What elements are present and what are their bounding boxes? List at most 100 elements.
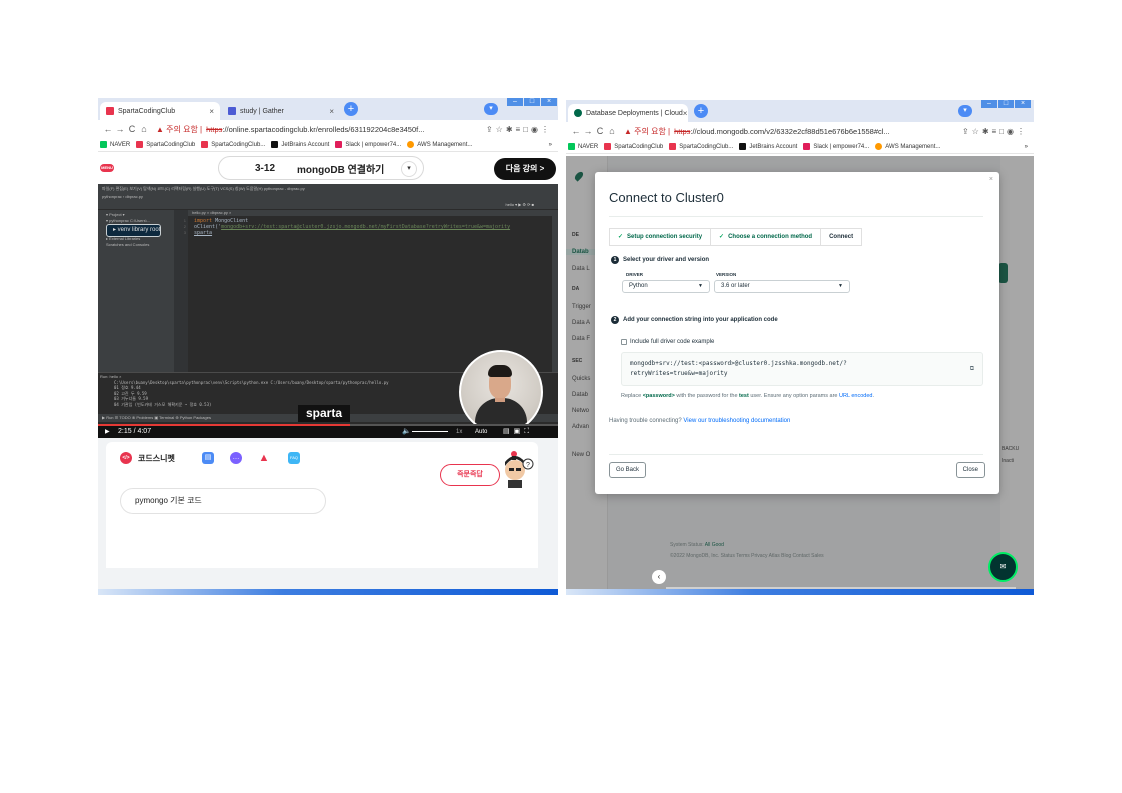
back-icon[interactable]: ← bbox=[570, 126, 582, 136]
url-field[interactable]: https://cloud.mongodb.com/v2/6332e2cf88d… bbox=[674, 127, 890, 136]
minimize-button[interactable]: – bbox=[981, 100, 997, 108]
driver-select[interactable]: Python ▼ bbox=[622, 280, 710, 293]
new-tab-button[interactable]: + bbox=[344, 102, 358, 116]
browser-toolbar-icons[interactable]: ⇪☆✱≡□◉⋮ bbox=[962, 127, 1034, 136]
playback-speed[interactable]: 1x bbox=[456, 425, 462, 438]
chevron-down-icon[interactable]: ▾ bbox=[401, 161, 417, 177]
step-connect[interactable]: Connect bbox=[820, 228, 863, 246]
security-warning[interactable]: ▲ 주의 요함 | bbox=[624, 126, 670, 137]
url-scheme: https bbox=[206, 124, 223, 134]
bookmark-slack[interactable]: Slack | empower74... bbox=[335, 141, 401, 148]
tab-code-snippet[interactable]: </> 코드스니펫 bbox=[120, 452, 175, 464]
faq-icon[interactable]: FAQ bbox=[288, 452, 300, 464]
copy-icon[interactable]: ⧉ bbox=[970, 364, 974, 374]
troubleshooting-text: Having trouble connecting? View our trou… bbox=[609, 418, 790, 424]
bookmark-sparta-1[interactable]: SpartaCodingClub bbox=[604, 143, 663, 150]
aws-icon bbox=[407, 141, 415, 148]
replace-text: . bbox=[872, 393, 874, 399]
bookmark-naver[interactable]: NAVER bbox=[568, 143, 598, 150]
home-icon[interactable]: ⌂ bbox=[606, 126, 618, 136]
ide-right-strip bbox=[552, 210, 558, 372]
home-icon[interactable]: ⌂ bbox=[138, 124, 150, 134]
next-lecture-button[interactable]: 다음 강의 > bbox=[494, 158, 556, 180]
bookmark-slack[interactable]: Slack | empower74... bbox=[803, 143, 869, 150]
video-caption: sparta bbox=[298, 405, 350, 422]
tab-study-gather[interactable]: study | Gather × bbox=[222, 102, 340, 120]
section-connection-string: 2 Add your connection string into your ap… bbox=[611, 316, 778, 324]
checkbox-icon[interactable] bbox=[621, 339, 627, 345]
bookmark-label: SpartaCodingClub bbox=[614, 143, 664, 150]
step-label: Connect bbox=[829, 234, 854, 240]
lecture-number: 3-12 bbox=[255, 162, 276, 174]
tab-database-deployments[interactable]: Database Deployments | Cloud × bbox=[568, 104, 688, 122]
forward-icon[interactable]: → bbox=[114, 124, 126, 134]
bookmark-label: JetBrains Account bbox=[281, 141, 330, 148]
maximize-button[interactable]: □ bbox=[524, 98, 540, 106]
bookmark-label: SpartaCodingClub bbox=[146, 141, 196, 148]
modal-close-icon[interactable]: × bbox=[989, 176, 993, 183]
tab-search-icon[interactable]: ▾ bbox=[958, 105, 972, 117]
ask-question-button[interactable]: 즉문즉답 bbox=[440, 464, 500, 486]
close-button[interactable]: Close bbox=[955, 462, 985, 478]
close-tab-icon[interactable]: × bbox=[683, 109, 688, 118]
step-choose-method[interactable]: ✓ Choose a connection method bbox=[710, 228, 822, 246]
bookmark-naver[interactable]: NAVER bbox=[100, 141, 130, 148]
tab-search-icon[interactable]: ▾ bbox=[484, 103, 498, 115]
reload-icon[interactable]: C bbox=[594, 126, 606, 136]
replace-instructions: Replace <password> with the password for… bbox=[621, 393, 874, 399]
forward-icon[interactable]: → bbox=[582, 126, 594, 136]
lecture-selector[interactable]: 3-12 mongoDB 연결하기 ▾ bbox=[218, 156, 424, 180]
scroll-left-icon[interactable]: ‹ bbox=[652, 570, 666, 584]
bookmarks-overflow-button[interactable]: » bbox=[1025, 144, 1034, 150]
bookmarks-overflow-button[interactable]: » bbox=[549, 142, 558, 148]
volume-icon[interactable]: 🔈 bbox=[402, 425, 411, 438]
bookmark-jetbrains[interactable]: JetBrains Account bbox=[271, 141, 329, 148]
tab-spartacodingclub[interactable]: SpartaCodingClub × bbox=[100, 102, 220, 120]
minimize-button[interactable]: – bbox=[507, 98, 523, 106]
desktop: SpartaCodingClub × study | Gather × + ▾ … bbox=[0, 0, 1122, 793]
close-window-button[interactable]: × bbox=[1015, 100, 1031, 108]
warning-icon[interactable]: ▲ bbox=[258, 452, 270, 464]
lecture-video[interactable]: 파일(F) 편집(E) 보기(V) 탐색(N) 코드(C) 리팩터링(R) 실행… bbox=[98, 184, 558, 438]
maximize-button[interactable]: □ bbox=[998, 100, 1014, 108]
close-window-button[interactable]: × bbox=[541, 98, 557, 106]
code-text: sparta bbox=[194, 230, 213, 236]
sparta-logo[interactable]: MENU bbox=[100, 164, 114, 172]
snippet-item[interactable]: pymongo 기본 코드 bbox=[120, 488, 326, 514]
sparta-icon bbox=[136, 141, 144, 148]
security-warning[interactable]: ▲ 주의 요함 | bbox=[156, 124, 202, 135]
reload-icon[interactable]: C bbox=[126, 124, 138, 134]
chat-support-icon[interactable]: ✉ bbox=[988, 552, 1018, 582]
browser-toolbar-icons[interactable]: ⇪☆✱≡□◉⋮ bbox=[486, 125, 558, 134]
bookmark-jetbrains[interactable]: JetBrains Account bbox=[739, 143, 797, 150]
bookmark-label: AWS Management... bbox=[417, 141, 473, 148]
bookmark-label: Slack | empower74... bbox=[345, 141, 402, 148]
quality-selector[interactable]: Auto bbox=[475, 425, 487, 438]
bookmark-sparta-1[interactable]: SpartaCodingClub bbox=[136, 141, 195, 148]
volume-slider[interactable] bbox=[412, 431, 448, 432]
url-encoded-link[interactable]: URL encoded bbox=[839, 393, 872, 399]
play-icon[interactable]: ▶ bbox=[105, 425, 110, 438]
bookmark-sparta-2[interactable]: SpartaCodingClub... bbox=[201, 141, 265, 148]
close-tab-icon[interactable]: × bbox=[329, 107, 334, 116]
url-field[interactable]: https://online.spartacodingclub.kr/enrol… bbox=[206, 125, 424, 134]
chat-icon[interactable]: … bbox=[230, 452, 242, 464]
go-back-button[interactable]: Go Back bbox=[609, 462, 647, 478]
notes-icon[interactable]: ▤ bbox=[202, 452, 214, 464]
back-icon[interactable]: ← bbox=[102, 124, 114, 134]
left-address-bar: ← → C ⌂ ▲ 주의 요함 | https://online.spartac… bbox=[98, 120, 558, 138]
video-extra-icons[interactable]: ▤▣⛶ bbox=[503, 425, 533, 438]
new-tab-button[interactable]: + bbox=[694, 104, 708, 118]
bookmark-sparta-2[interactable]: SpartaCodingClub... bbox=[669, 143, 733, 150]
troubleshooting-link[interactable]: View our troubleshooting documentation bbox=[683, 418, 790, 424]
version-select[interactable]: 3.6 or later ▼ bbox=[714, 280, 850, 293]
connection-string-box[interactable]: mongodb+srv://test:<password>@cluster0.j… bbox=[621, 352, 983, 386]
version-label: VERSION bbox=[716, 272, 737, 277]
close-tab-icon[interactable]: × bbox=[209, 107, 214, 116]
step-setup-security[interactable]: ✓ Setup connection security bbox=[609, 228, 712, 246]
bookmark-aws[interactable]: AWS Management... bbox=[407, 141, 472, 148]
include-driver-code-checkbox[interactable]: Include full driver code example bbox=[621, 339, 714, 345]
bookmark-aws[interactable]: AWS Management... bbox=[875, 143, 940, 150]
ide-run-config: hello ▾ ▶ ⚙ ⟳ ■ bbox=[505, 202, 534, 207]
code-icon: </> bbox=[120, 452, 132, 464]
